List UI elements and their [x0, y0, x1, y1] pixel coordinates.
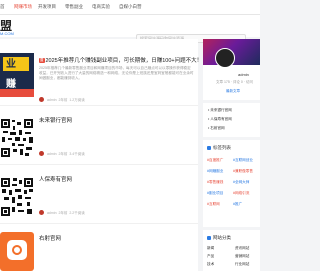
author-stats: 文章 175 · 评论 0 · 访问 — [216, 80, 253, 84]
post-time: 2年前 — [58, 211, 68, 215]
tag-link[interactable]: #互联网创业 — [233, 158, 253, 163]
latest-posts-card: • 未来银行官网 • 人保寿有官网 • 右射官网 — [203, 103, 260, 137]
post-list: 业 赚 置 2025年推荐几个赚钱副业项目，可长期做，日赚100+问题不大！ 20… — [0, 39, 202, 271]
latest-post-title[interactable]: 右射官网 — [210, 126, 224, 130]
post-title[interactable]: 人保寿有官网 — [39, 175, 72, 183]
tag-link[interactable]: #百度推广 — [207, 158, 223, 163]
nav-item-ecommerce[interactable]: 电商实验 — [92, 4, 110, 10]
folder-icon — [207, 236, 211, 240]
category-name[interactable]: 新闻 — [207, 246, 214, 250]
nav-item-home[interactable]: 首 — [0, 4, 5, 10]
categories-title: 网站分类 — [213, 235, 231, 240]
category-row[interactable]: 技术 行业网站 — [207, 262, 260, 267]
post-time: 2年前 — [58, 98, 68, 102]
avatar[interactable] — [39, 97, 44, 102]
tag-link[interactable]: #网赚副业 — [207, 169, 223, 174]
nav-item-media[interactable]: 自媒小白营 — [119, 4, 142, 10]
category-value[interactable]: 资讯网站 — [235, 246, 249, 251]
author-card: admin 文章 175 · 评论 0 · 访问 最新文章 — [203, 39, 260, 100]
tag-link[interactable]: #全网大师 — [233, 180, 249, 185]
author-name[interactable]: admin — [47, 152, 57, 156]
tag-link[interactable]: #互联网 — [207, 202, 220, 207]
avatar[interactable] — [39, 151, 44, 156]
post-title[interactable]: 置 2025年推荐几个赚钱副业项目，可长期做，日赚100+问题不大！ — [39, 56, 202, 64]
author-name[interactable]: admin — [47, 98, 57, 102]
tags-title: 标签列表 — [213, 145, 231, 150]
nav-item-dev-projects[interactable]: 开发项目 — [38, 4, 56, 10]
post-title-text[interactable]: 2025年推荐几个赚钱副业项目，可长期做，日赚100+问题不大！ — [46, 58, 203, 64]
top-nav-bar: 首 网赚市场 开发项目 零售副业 电商实验 自媒小白营 — [0, 0, 260, 15]
list-item[interactable]: 人保寿有官网 admin 2年前 2.2千阅读 — [0, 165, 198, 224]
post-views: 2.2千阅读 — [69, 211, 85, 215]
pinned-badge: 置 — [39, 58, 45, 63]
latest-posts-link[interactable]: 最新文章 — [226, 89, 240, 94]
category-name[interactable]: 产品 — [207, 254, 214, 258]
post-meta: admin 2年前 2.2千阅读 — [39, 210, 85, 216]
latest-post-title[interactable]: 人保寿有官网 — [210, 117, 232, 121]
post-meta: admin 2年前 1.2万阅读 — [39, 97, 85, 103]
post-views: 3.4千阅读 — [69, 152, 85, 156]
list-item[interactable]: 业 赚 置 2025年推荐几个赚钱副业项目，可长期做，日赚100+问题不大！ 20… — [0, 39, 202, 106]
nav-item-earning-market[interactable]: 网赚市场 — [14, 4, 32, 10]
latest-post-link[interactable]: • 未来银行官网 — [208, 108, 232, 113]
tag-link[interactable]: #零售赚钱 — [207, 180, 223, 185]
tags-card: 标签列表 #百度推广 #互联网创业 #网赚副业 #兼职做零售 #零售赚钱 #全网… — [203, 140, 260, 227]
tag-icon — [207, 146, 211, 150]
post-title[interactable]: 未来银行官网 — [39, 116, 72, 124]
avatar[interactable] — [39, 210, 44, 215]
site-domain: M.COM — [0, 31, 14, 36]
category-row[interactable]: 产品 营销网站 — [207, 254, 260, 259]
post-time: 2年前 — [58, 152, 68, 156]
latest-post-link[interactable]: • 右射官网 — [208, 126, 225, 131]
author-name[interactable]: admin — [47, 211, 57, 215]
nav-item-retail-sideline[interactable]: 零售副业 — [65, 4, 83, 10]
category-value[interactable]: 行业网站 — [235, 262, 249, 267]
qr-code-thumbnail[interactable] — [0, 116, 34, 160]
header: 盟 M.COM 搜索网站源码和网站资源 — [0, 15, 260, 43]
thumbnail-text: 业 — [6, 59, 16, 70]
tag-link[interactable]: #网络引流 — [233, 191, 249, 196]
category-row[interactable]: 新闻 资讯网站 — [207, 246, 260, 251]
sidebar: admin 文章 175 · 评论 0 · 访问 最新文章 • 未来银行官网 •… — [203, 39, 260, 271]
list-item[interactable]: 未来银行官网 admin 2年前 3.4千阅读 — [0, 106, 198, 165]
avatar[interactable] — [215, 48, 235, 68]
post-excerpt: 2025年推荐几个最新零售副业项目和网赚项目的市场，每天可以自己赚点可以以零操作… — [39, 66, 194, 80]
latest-post-link[interactable]: • 人保寿有官网 — [208, 117, 232, 122]
tag-link[interactable]: #推广 — [233, 202, 242, 207]
thumbnail-text: 赚 — [6, 79, 16, 90]
categories-card: 网站分类 新闻 资讯网站 产品 营销网站 技术 行业网站 — [203, 230, 260, 271]
latest-post-title[interactable]: 未来银行官网 — [210, 108, 232, 112]
post-title[interactable]: 右射官网 — [39, 234, 61, 242]
post-meta: admin 2年前 3.4千阅读 — [39, 151, 85, 157]
post-thumbnail[interactable]: 业 赚 — [0, 53, 34, 97]
list-item[interactable]: 右射官网 — [0, 224, 198, 271]
app-logo-thumbnail[interactable] — [0, 232, 34, 271]
category-name[interactable]: 技术 — [207, 262, 214, 266]
qr-code-thumbnail[interactable] — [0, 175, 34, 219]
tag-link[interactable]: #兼职做零售 — [233, 169, 253, 174]
category-value[interactable]: 营销网站 — [235, 254, 249, 259]
post-views: 1.2万阅读 — [69, 98, 85, 102]
author-name[interactable]: admin — [238, 72, 249, 77]
tag-link[interactable]: #副业项目 — [207, 191, 223, 196]
